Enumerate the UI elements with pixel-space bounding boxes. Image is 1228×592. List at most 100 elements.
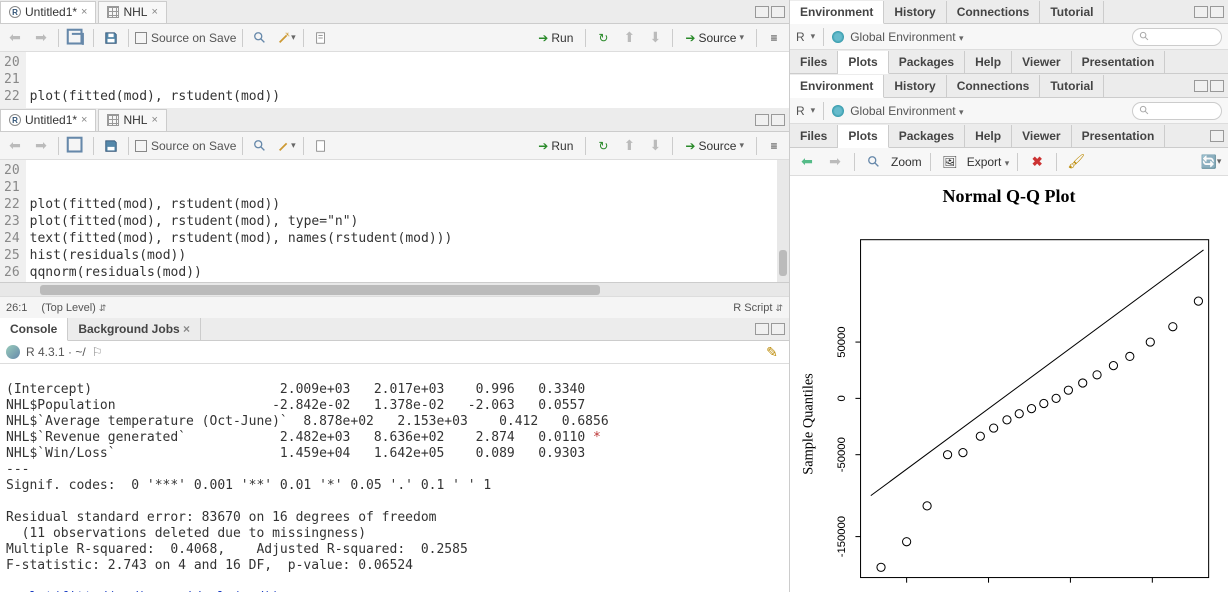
save-button[interactable]	[100, 135, 122, 157]
console-output[interactable]: (Intercept) 2.009e+03 2.017e+03 0.996 0.…	[0, 364, 789, 592]
remove-plot-button[interactable]: ✖	[1026, 151, 1048, 173]
scope-selector[interactable]: (Top Level) ⇵	[41, 302, 106, 314]
compile-report-button[interactable]	[310, 135, 332, 157]
svg-text:-50000: -50000	[836, 437, 848, 472]
vscrollbar[interactable]	[777, 160, 789, 282]
tab-help[interactable]: Help	[965, 125, 1012, 147]
tab-untitled1[interactable]: R Untitled1* ×	[0, 1, 96, 23]
minimize-button[interactable]	[1194, 6, 1208, 18]
tab-history[interactable]: History	[884, 1, 946, 23]
tab-help[interactable]: Help	[965, 51, 1012, 73]
rerun-button[interactable]: ↻	[592, 27, 614, 49]
tab-history[interactable]: History	[884, 75, 946, 97]
maximize-button[interactable]	[1210, 6, 1224, 18]
forward-button[interactable]: ➡	[30, 135, 52, 157]
hscrollbar[interactable]	[0, 282, 789, 296]
tab-files[interactable]: Files	[790, 51, 838, 73]
outline-button[interactable]: ≡	[763, 27, 785, 49]
svg-text:Sample Quantiles: Sample Quantiles	[800, 373, 816, 475]
go-up-button[interactable]: ⬆	[618, 27, 640, 49]
minimize-button[interactable]	[755, 114, 769, 126]
editor2-code[interactable]: 20212223242526 plot(fitted(mod), rstuden…	[0, 160, 789, 282]
clear-all-button[interactable]: 🖌	[1065, 151, 1087, 173]
close-icon[interactable]: ×	[81, 6, 87, 18]
tab-environment[interactable]: Environment	[790, 75, 884, 98]
code-tools-button[interactable]: ▾	[275, 27, 297, 49]
close-icon[interactable]: ×	[81, 114, 87, 126]
save-button[interactable]	[100, 27, 122, 49]
tab-plots[interactable]: Plots	[838, 51, 888, 74]
tab-environment[interactable]: Environment	[790, 1, 884, 24]
go-down-button[interactable]: ⬇	[644, 135, 666, 157]
tab-nhl[interactable]: NHL ×	[98, 1, 166, 23]
close-icon[interactable]: ×	[151, 6, 157, 18]
tab-nhl[interactable]: NHL ×	[98, 109, 166, 131]
tab-viewer[interactable]: Viewer	[1012, 51, 1071, 73]
env-search-input[interactable]	[1132, 28, 1222, 46]
tab-presentation[interactable]: Presentation	[1072, 51, 1166, 73]
outline-button[interactable]: ≡	[763, 135, 785, 157]
maximize-button[interactable]	[771, 6, 785, 18]
editor1-code[interactable]: 20 21 22 plot(fitted(mod), rstudent(mod)…	[0, 52, 789, 108]
maximize-button[interactable]	[771, 323, 785, 335]
tab-connections[interactable]: Connections	[947, 75, 1041, 97]
forward-button[interactable]: ➡	[30, 27, 52, 49]
editor2-toolbar: ⬅ ➡ Source on Save ▾ ➔Run ↻ ⬆ ⬇ ➔Source▾…	[0, 132, 789, 160]
zoom-button[interactable]	[863, 151, 885, 173]
tab-console[interactable]: Console	[0, 318, 68, 341]
r-engine-label[interactable]: R	[796, 104, 805, 118]
zoom-label[interactable]: Zoom	[891, 155, 922, 169]
rerun-button[interactable]: ↻	[592, 135, 614, 157]
refresh-button[interactable]: 🔄▾	[1200, 151, 1222, 173]
minimize-button[interactable]	[1210, 130, 1224, 142]
tab-viewer[interactable]: Viewer	[1012, 125, 1071, 147]
tab-plots[interactable]: Plots	[838, 125, 888, 148]
tab-presentation[interactable]: Presentation	[1072, 125, 1166, 147]
source-on-save-checkbox[interactable]	[135, 140, 147, 152]
close-icon[interactable]: ×	[151, 114, 157, 126]
file-type-selector[interactable]: R Script ⇵	[733, 302, 783, 314]
tab-tutorial[interactable]: Tutorial	[1040, 75, 1104, 97]
plot-prev-button[interactable]: ⬅	[796, 151, 818, 173]
minimize-button[interactable]	[755, 323, 769, 335]
clear-console-button[interactable]: ✎	[761, 341, 783, 363]
tab-background-jobs[interactable]: Background Jobs ×	[68, 318, 201, 340]
source-on-save-checkbox[interactable]	[135, 32, 147, 44]
tab-tutorial[interactable]: Tutorial	[1040, 1, 1104, 23]
r-engine-label[interactable]: R	[796, 30, 805, 44]
plot-next-button[interactable]: ➡	[824, 151, 846, 173]
find-button[interactable]	[249, 27, 271, 49]
compile-report-button[interactable]	[310, 27, 332, 49]
tab-packages[interactable]: Packages	[889, 125, 965, 147]
code-tools-button[interactable]: ▾	[275, 135, 297, 157]
back-button[interactable]: ⬅	[4, 135, 26, 157]
run-button[interactable]: ➔Run	[532, 137, 579, 155]
maximize-button[interactable]	[771, 114, 785, 126]
source-button[interactable]: ➔Source▾	[679, 137, 750, 155]
show-in-new-window-button[interactable]	[65, 27, 87, 49]
console-tabbar: Console Background Jobs ×	[0, 318, 789, 341]
env-search-input[interactable]	[1132, 102, 1222, 120]
go-down-button[interactable]: ⬇	[644, 27, 666, 49]
global-env-selector[interactable]: Global Environment ▾	[850, 104, 963, 118]
plot-title: Normal Q-Q Plot	[943, 186, 1076, 207]
tab-packages[interactable]: Packages	[889, 51, 965, 73]
global-env-selector[interactable]: Global Environment ▾	[850, 30, 963, 44]
tab-connections[interactable]: Connections	[947, 1, 1041, 23]
files-tabbar-1: Files Plots Packages Help Viewer Present…	[790, 50, 1228, 74]
go-up-button[interactable]: ⬆	[618, 135, 640, 157]
tab-files[interactable]: Files	[790, 125, 838, 147]
maximize-button[interactable]	[1210, 80, 1224, 92]
export-label[interactable]: Export ▾	[967, 155, 1010, 169]
source-on-save-label: Source on Save	[151, 139, 236, 153]
minimize-button[interactable]	[1194, 80, 1208, 92]
back-button[interactable]: ⬅	[4, 27, 26, 49]
find-button[interactable]	[249, 135, 271, 157]
source-button[interactable]: ➔Source▾	[679, 29, 750, 47]
export-button[interactable]: 🖼	[939, 151, 961, 173]
show-in-new-window-button[interactable]	[65, 135, 87, 157]
tab-untitled1[interactable]: R Untitled1* ×	[0, 109, 96, 131]
run-button[interactable]: ➔Run	[532, 29, 579, 47]
session-menu-icon[interactable]: ⚐	[92, 345, 103, 359]
minimize-button[interactable]	[755, 6, 769, 18]
